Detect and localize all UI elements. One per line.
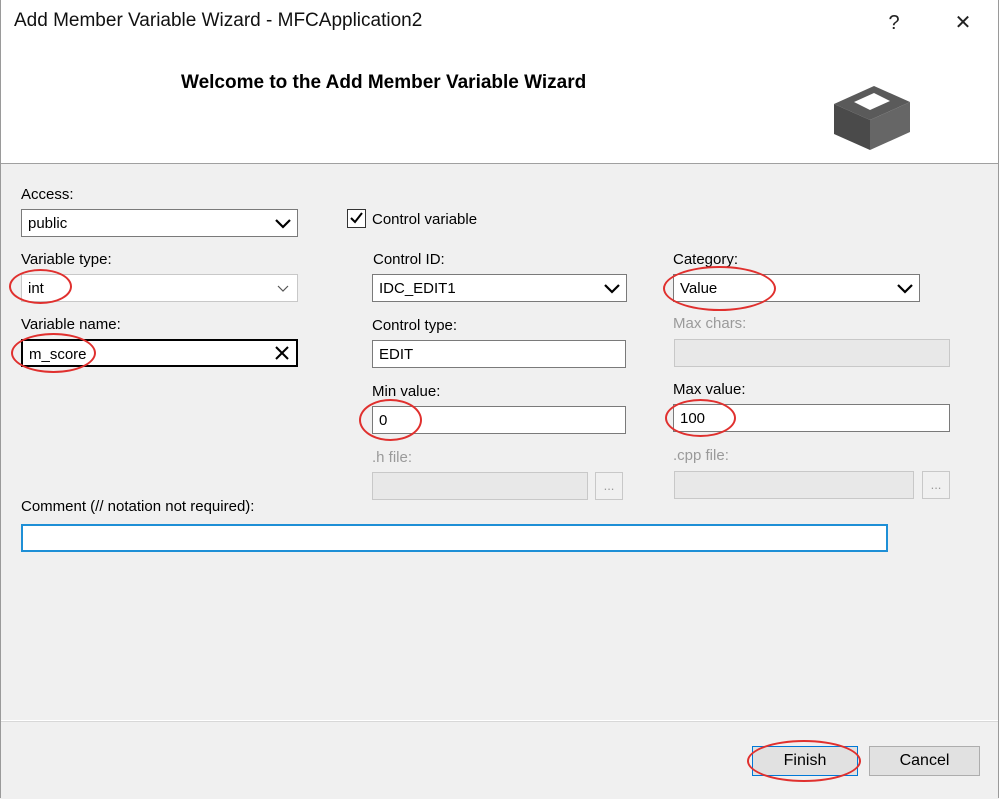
cpp-file-field [674,471,914,499]
control-type-value: EDIT [379,346,414,363]
window-title: Add Member Variable Wizard - MFCApplicat… [14,10,423,31]
control-id-label: Control ID: [373,251,445,268]
comment-label: Comment (// notation not required): [21,498,255,515]
variable-name-label: Variable name: [21,316,121,333]
variable-type-value: int [28,280,44,297]
comment-field[interactable] [21,524,888,552]
welcome-heading: Welcome to the Add Member Variable Wizar… [181,72,587,93]
access-value: public [28,215,68,232]
control-variable-label[interactable]: Control variable [372,211,477,228]
control-id-value: IDC_EDIT1 [379,280,456,297]
close-icon: ✕ [954,12,972,34]
chevron-down-icon [897,284,913,294]
clear-icon[interactable] [272,343,292,363]
max-value-field[interactable]: 100 [673,404,950,432]
chevron-down-icon [275,219,291,229]
finish-button[interactable]: Finish [752,746,858,776]
control-type-field[interactable]: EDIT [372,340,626,368]
category-dropdown[interactable]: Value [673,274,920,302]
min-value-field[interactable]: 0 [372,406,626,434]
window-border-left [0,0,1,798]
variable-type-label: Variable type: [21,251,112,268]
cancel-button[interactable]: Cancel [869,746,980,776]
max-chars-label: Max chars: [673,315,747,332]
access-dropdown[interactable]: public [21,209,298,237]
control-variable-checkbox[interactable] [347,209,366,228]
help-button[interactable]: ? [876,8,912,38]
h-file-field [372,472,588,500]
control-type-label: Control type: [372,317,458,334]
control-id-dropdown[interactable]: IDC_EDIT1 [372,274,627,302]
chevron-down-icon [604,284,620,294]
box-icon [834,86,910,150]
max-chars-field [674,339,950,367]
close-button[interactable]: ✕ [945,8,981,38]
wizard-body [0,164,999,720]
h-file-label: .h file: [372,449,413,466]
h-file-browse-button: ... [595,472,623,500]
max-value-label: Max value: [673,381,746,398]
variable-name-value: m_score [29,346,87,363]
cpp-file-label: .cpp file: [673,447,729,464]
variable-type-dropdown[interactable]: int [21,274,298,302]
help-icon: ? [888,12,900,34]
category-value: Value [680,280,718,297]
checkmark-icon [350,212,363,224]
min-value-label: Min value: [372,383,441,400]
cpp-file-browse-button: ... [922,471,950,499]
category-label: Category: [673,251,739,268]
chevron-down-icon [277,285,289,292]
variable-name-field[interactable]: m_score [21,339,298,367]
min-value-value: 0 [379,412,388,429]
max-value-value: 100 [680,410,706,427]
access-label: Access: [21,186,74,203]
